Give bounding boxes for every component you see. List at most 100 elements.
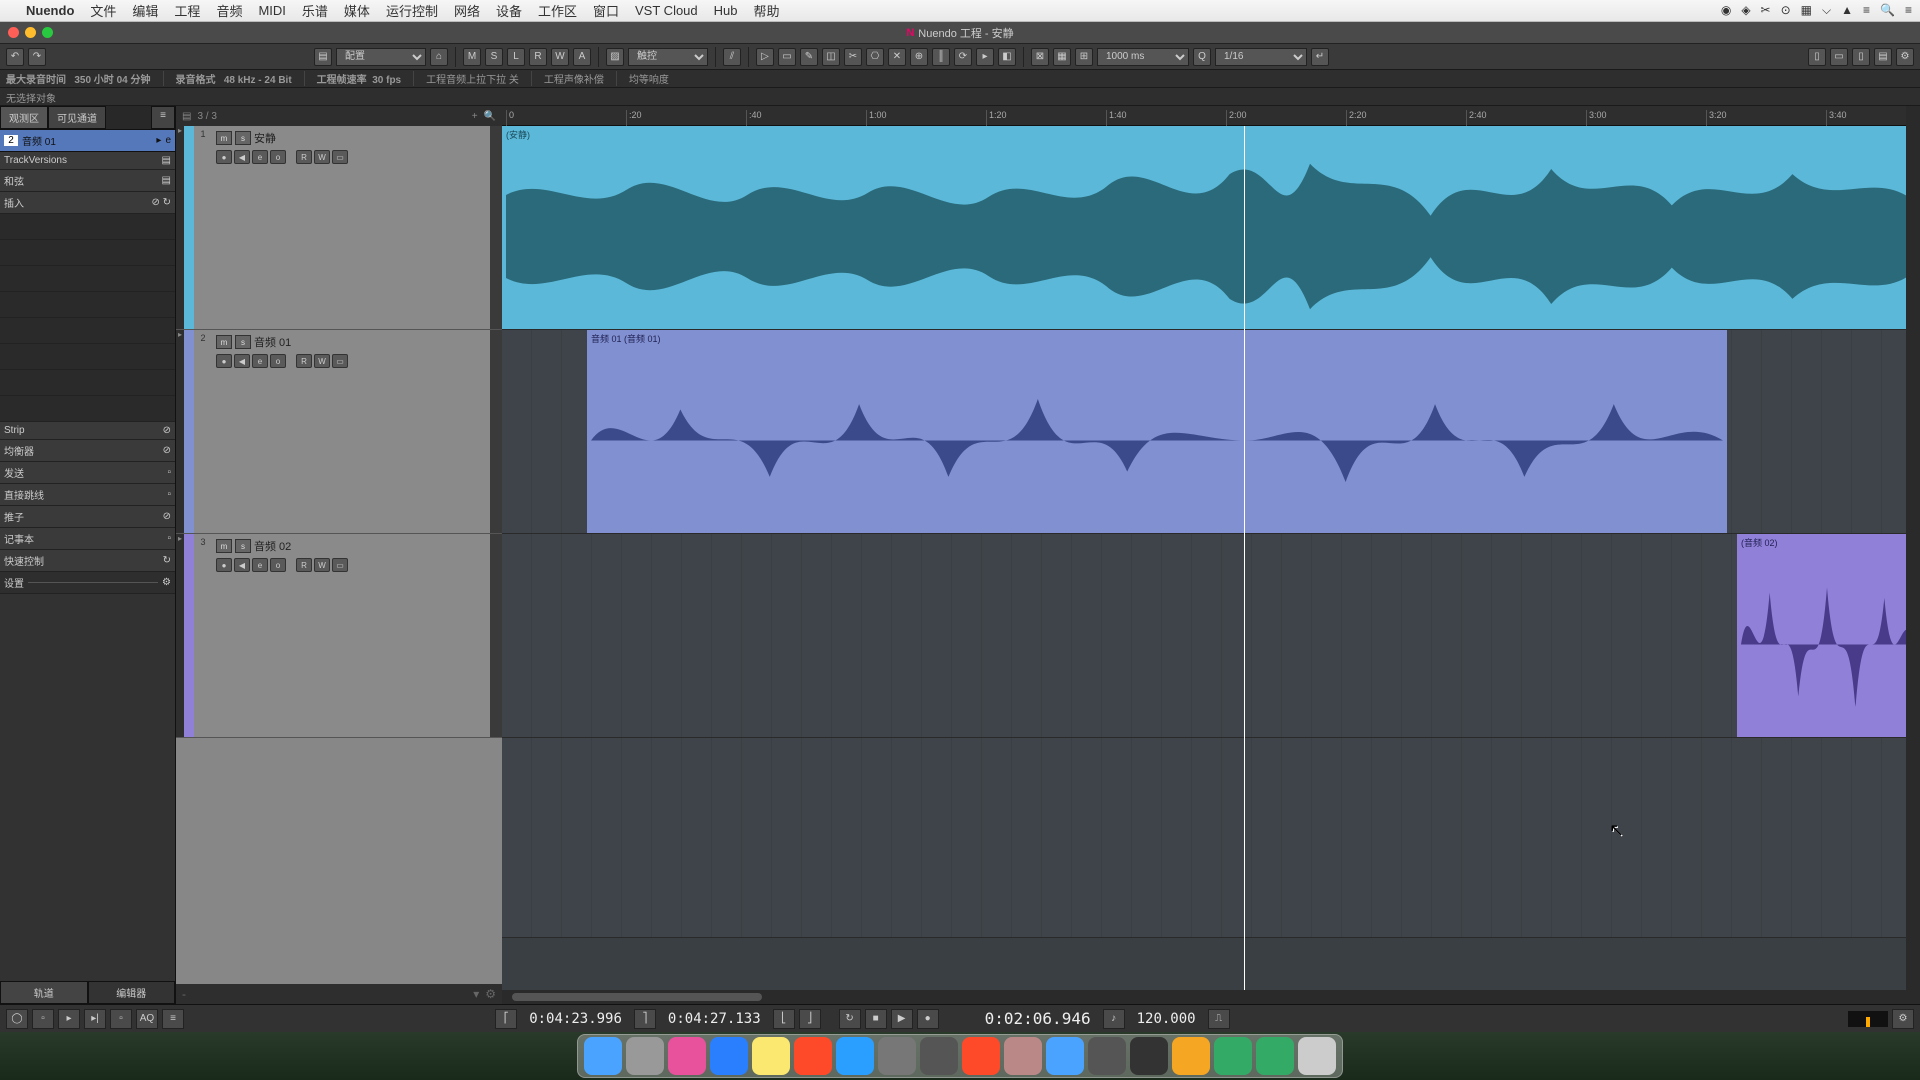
- scissors-icon[interactable]: ✂: [1761, 3, 1771, 18]
- inspector-settings[interactable]: 设置⚙: [0, 572, 175, 594]
- dock-app-icon[interactable]: [1298, 1037, 1336, 1075]
- zone-left-button[interactable]: ▯: [1808, 48, 1826, 66]
- track-color-handle[interactable]: [184, 126, 194, 329]
- write-auto-button[interactable]: W: [314, 354, 330, 368]
- insert-slot[interactable]: [0, 292, 175, 318]
- inspector-notepad[interactable]: 记事本▫: [0, 528, 175, 550]
- tool-draw[interactable]: ✎: [800, 48, 818, 66]
- macos-menubar[interactable]: Nuendo 文件 编辑 工程 音频 MIDI 乐谱 媒体 运行控制 网络 设备…: [0, 0, 1920, 22]
- status-icon[interactable]: ≡: [1863, 3, 1870, 18]
- record-enable-button[interactable]: ●: [216, 354, 232, 368]
- auto-r-button[interactable]: R: [529, 48, 547, 66]
- inspector-edit-icon[interactable]: e: [165, 135, 171, 146]
- grid-ms-select[interactable]: 1000 ms: [1097, 48, 1189, 66]
- dock-app-icon[interactable]: [1004, 1037, 1042, 1075]
- punch-out-button[interactable]: ⎦: [799, 1009, 821, 1029]
- layout-list-icon[interactable]: ▤: [314, 48, 332, 66]
- track-name[interactable]: 安静: [254, 130, 276, 146]
- track-row[interactable]: ▸ 3 m s 音频 02 ● ◀ e o R W ▭: [176, 534, 502, 738]
- bypass-icon[interactable]: ⊘: [163, 511, 171, 522]
- read-auto-button[interactable]: R: [296, 354, 312, 368]
- track-gear-icon[interactable]: ⚙: [485, 987, 496, 1001]
- undo-button[interactable]: ↶: [6, 48, 24, 66]
- track-lane[interactable]: 音频 01 (音频 01): [502, 330, 1920, 534]
- read-auto-button[interactable]: R: [296, 558, 312, 572]
- inspector-arrow-icon[interactable]: ▸: [156, 135, 161, 146]
- tool-range[interactable]: ▭: [778, 48, 796, 66]
- menu-help[interactable]: 帮助: [746, 1, 788, 20]
- track-row[interactable]: ▸ 1 m s 安静 ● ◀ e o R W ▭: [176, 126, 502, 330]
- quantize-icon[interactable]: Q: [1193, 48, 1211, 66]
- inspector-eq[interactable]: 均衡器⊘: [0, 440, 175, 462]
- insert-slot[interactable]: [0, 240, 175, 266]
- dock-app-icon[interactable]: [1088, 1037, 1126, 1075]
- tool-comp[interactable]: ║: [932, 48, 950, 66]
- layout-home-button[interactable]: ⌂: [430, 48, 448, 66]
- list-icon[interactable]: ▤: [182, 111, 191, 122]
- quantize-select[interactable]: 1/16: [1215, 48, 1307, 66]
- track-color-handle[interactable]: [184, 330, 194, 533]
- inspector-chords[interactable]: 和弦▤: [0, 170, 175, 192]
- record-enable-button[interactable]: ●: [216, 558, 232, 572]
- automation-mode-icon[interactable]: ▨: [606, 48, 624, 66]
- zone-right-button[interactable]: ▯: [1852, 48, 1870, 66]
- bypass-icon[interactable]: ⊘: [163, 425, 171, 436]
- edit-channel-button[interactable]: e: [252, 558, 268, 572]
- dock-app-icon[interactable]: [920, 1037, 958, 1075]
- dock-app-icon[interactable]: [584, 1037, 622, 1075]
- tool-combine-button[interactable]: ⫽: [723, 48, 741, 66]
- auto-s-button[interactable]: S: [485, 48, 503, 66]
- inspector-tab-observe[interactable]: 观测区: [0, 106, 48, 129]
- menu-window[interactable]: 窗口: [585, 1, 627, 20]
- menu-file[interactable]: 文件: [82, 1, 124, 20]
- primary-time-display[interactable]: 0:02:06.946: [977, 1009, 1099, 1028]
- transport-aq-button[interactable]: AQ: [136, 1009, 158, 1029]
- empty-lane[interactable]: [502, 738, 1920, 938]
- macos-dock[interactable]: [577, 1034, 1343, 1078]
- minimize-button[interactable]: [25, 27, 36, 38]
- insert-slot[interactable]: [0, 344, 175, 370]
- menu-midi[interactable]: MIDI: [250, 3, 293, 18]
- menu-hub[interactable]: Hub: [706, 3, 746, 18]
- scrollbar-thumb[interactable]: [512, 993, 762, 1001]
- transport-precount-button[interactable]: ▸: [58, 1009, 80, 1029]
- track-name[interactable]: 音频 01: [254, 334, 291, 350]
- menu-audio[interactable]: 音频: [208, 1, 250, 20]
- dock-app-icon[interactable]: [626, 1037, 664, 1075]
- setup-button[interactable]: ▤: [1874, 48, 1892, 66]
- track-lane[interactable]: (音频 02): [502, 534, 1920, 738]
- status-icon[interactable]: ▲: [1841, 3, 1853, 18]
- dock-app-icon[interactable]: [1046, 1037, 1084, 1075]
- track-name[interactable]: 音频 02: [254, 538, 291, 554]
- freeze-button[interactable]: o: [270, 354, 286, 368]
- zone-bottom-button[interactable]: ▭: [1830, 48, 1848, 66]
- cycle-button[interactable]: ↻: [839, 1009, 861, 1029]
- inspector-tab-menu[interactable]: ≡: [151, 106, 175, 129]
- auto-w-button[interactable]: W: [551, 48, 569, 66]
- tool-zoom[interactable]: ⊕: [910, 48, 928, 66]
- freeze-button[interactable]: o: [270, 150, 286, 164]
- gear-icon[interactable]: ⚙: [162, 577, 171, 588]
- dock-app-icon[interactable]: [1256, 1037, 1294, 1075]
- bypass-icon[interactable]: ▫: [167, 467, 171, 478]
- status-icon[interactable]: ◈: [1741, 3, 1750, 18]
- menu-project[interactable]: 工程: [166, 1, 208, 20]
- menu-devices[interactable]: 设备: [488, 1, 530, 20]
- locator-left[interactable]: 0:04:23.996: [521, 1011, 630, 1027]
- add-track-button[interactable]: +: [472, 111, 478, 122]
- tool-color[interactable]: ◧: [998, 48, 1016, 66]
- transport-power-button[interactable]: ◯: [6, 1009, 28, 1029]
- maximize-button[interactable]: [42, 27, 53, 38]
- menu-vstcloud[interactable]: VST Cloud: [627, 3, 706, 18]
- tempo-display[interactable]: 120.000: [1129, 1011, 1204, 1027]
- monitor-button[interactable]: ◀: [234, 354, 250, 368]
- audio-clip[interactable]: (音频 02): [1737, 534, 1917, 737]
- transport-setup-button[interactable]: ≡: [162, 1009, 184, 1029]
- event-lanes[interactable]: (安静) 音频 01 (音频 01) (音频 02): [502, 126, 1920, 990]
- monitor-button[interactable]: ◀: [234, 150, 250, 164]
- dock-app-icon[interactable]: [836, 1037, 874, 1075]
- tool-warp[interactable]: ⟳: [954, 48, 972, 66]
- solo-button[interactable]: s: [235, 539, 251, 553]
- inspector-track-header[interactable]: 音频 01 ▸ e: [0, 130, 175, 152]
- dock-app-icon[interactable]: [1172, 1037, 1210, 1075]
